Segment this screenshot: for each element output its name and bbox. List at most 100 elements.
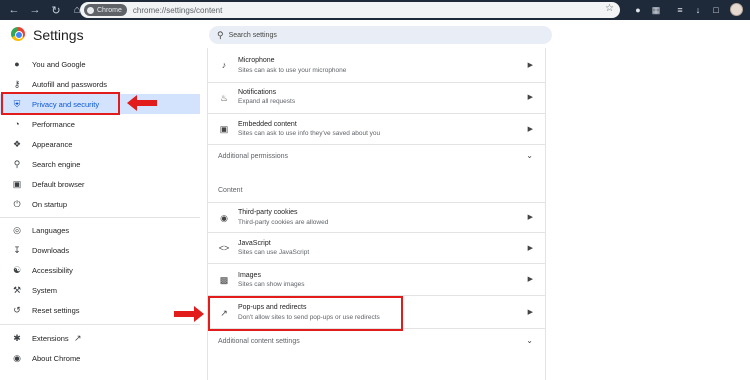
row-title: Notifications [238,89,277,96]
sidebar-item-extensions[interactable]: ✱ Extensions ↗ [0,328,200,348]
annotation-highlight-popups [208,296,403,331]
row-subtitle: Expand all requests [238,98,296,105]
browser-toolbar: ← → ↻ ⌂ Chrome chrome://settings/content… [0,0,750,20]
sidebar-item-system[interactable]: ⚒ System [0,280,200,300]
back-arrow-icon[interactable]: ← [7,3,21,17]
row-title: Microphone [238,57,275,64]
speedometer-icon: ◔ [14,119,20,129]
content-row-cookies[interactable]: ◉ Third-party cookies Third-party cookie… [208,202,545,233]
row-subtitle: Sites can show images [238,281,305,288]
sidebar-item-label: On startup [32,199,68,209]
microphone-icon: ♪ [221,60,227,70]
chevron-down-icon: ⌄ [526,336,533,345]
sidebar-item-accessibility[interactable]: ☯ Accessibility [0,260,200,280]
chevron-right-icon: ▶ [527,245,533,252]
forward-arrow-icon[interactable]: → [28,3,42,17]
sidebar-item-on-startup[interactable]: ⏻ On startup [0,194,200,214]
row-subtitle: Sites can ask to use your microphone [238,67,347,74]
search-icon: ⚲ [13,158,21,169]
download-icon[interactable]: ↓ [692,4,704,16]
palette-icon: ❖ [12,138,22,149]
external-link-icon: ↗ [74,332,82,343]
sidebar-item-label: Performance [32,119,75,129]
person-icon: ● [14,59,20,69]
search-icon: ⚲ [217,29,224,40]
permission-row-embedded[interactable]: ▣ Embedded content Sites can ask to use … [208,114,545,145]
sidebar-item-label: Autofill and passwords [32,79,108,89]
media-icon[interactable]: ≡ [674,4,686,16]
sidebar-item-downloads[interactable]: ↧ Downloads [0,240,200,260]
sidebar-item-you-and-google[interactable]: ● You and Google [0,54,200,74]
row-title: Images [238,272,261,279]
power-icon: ⏻ [13,198,21,209]
row-subtitle: Sites can ask to use info they've saved … [238,130,381,137]
permission-row-notifications[interactable]: ♨ Notifications Expand all requests ▶ [208,83,545,114]
sidebar-item-label: You and Google [32,59,86,69]
chevron-right-icon: ▶ [527,62,533,69]
sidebar-item-languages[interactable]: ◎ Languages [0,220,200,240]
sidebar-item-performance[interactable]: ◔ Performance [0,114,200,134]
chevron-down-icon: ⌄ [526,151,533,160]
image-icon: ▩ [219,274,229,285]
sidebar-item-autofill[interactable]: ⚷ Autofill and passwords [0,74,200,94]
search-placeholder: Search settings [228,31,277,39]
section-title: Content [218,187,243,194]
row-subtitle: Third-party cookies are allowed [238,219,329,226]
permission-row-microphone[interactable]: ♪ Microphone Sites can ask to use your m… [208,48,545,83]
chrome-logo-icon [11,27,25,41]
sidebar-item-label: Languages [32,225,70,235]
download-icon: ↧ [13,244,21,255]
sidebar-item-label: Appearance [32,139,73,149]
annotation-arrow-left-icon [127,95,157,111]
chevron-right-icon: ▶ [527,214,533,221]
annotation-arrow-right-icon [174,306,204,322]
sidebar-item-reset[interactable]: ↺ Reset settings [0,300,200,320]
content-row-images[interactable]: ▩ Images Sites can show images ▶ [208,264,545,296]
row-title: JavaScript [238,240,271,247]
chevron-right-icon: ▶ [527,276,533,283]
content-row-javascript[interactable]: <> JavaScript Sites can use JavaScript ▶ [208,233,545,264]
chevron-right-icon: ▶ [527,309,533,316]
chrome-icon [87,6,94,14]
avatar[interactable] [730,3,743,16]
wrench-icon: ⚒ [12,284,22,295]
accessibility-icon: ☯ [12,264,22,275]
puzzle-icon[interactable]: ▦ [650,4,662,16]
sidebar-item-label: Downloads [32,245,70,255]
sidebar-divider [0,324,200,325]
additional-permissions-expander[interactable]: Additional permissions ⌄ [208,145,545,171]
sidebar-divider [0,217,200,218]
expander-label: Additional content settings [218,338,300,345]
sidebar-item-label: System [32,285,58,295]
extension-shield-icon[interactable]: ● [632,4,644,16]
row-subtitle: Sites can use JavaScript [238,249,310,256]
sidebar-item-default-browser[interactable]: ▣ Default browser [0,174,200,194]
globe-icon: ◎ [13,224,21,235]
sidepanel-icon[interactable]: □ [710,4,722,16]
embedded-icon: ▣ [219,123,229,134]
chrome-icon: ◉ [13,352,21,363]
sidebar-item-about[interactable]: ◉ About Chrome [0,348,200,368]
sidebar-item-label: Default browser [32,179,85,189]
puzzle-icon: ✱ [13,332,21,343]
bell-icon: ♨ [219,92,229,103]
site-chip-label: Chrome [97,6,122,14]
browser-icon: ▣ [12,178,22,189]
site-chip[interactable]: Chrome [84,4,127,16]
bookmark-star-icon[interactable]: ☆ [605,3,614,14]
reload-icon[interactable]: ↻ [49,3,63,17]
address-bar[interactable]: Chrome chrome://settings/content ☆ [80,2,620,18]
url-text: chrome://settings/content [132,5,223,15]
search-input[interactable]: ⚲ Search settings [209,26,552,44]
code-icon: <> [218,243,230,253]
cookie-icon: ◉ [220,212,228,223]
key-icon: ⚷ [13,78,21,89]
row-title: Third-party cookies [238,209,298,216]
sidebar-item-label: Accessibility [32,265,73,275]
additional-content-expander[interactable]: Additional content settings ⌄ [208,329,545,355]
expander-label: Additional permissions [218,153,289,160]
reset-icon: ↺ [13,304,21,315]
sidebar-item-label: About Chrome [32,353,81,363]
sidebar-item-search-engine[interactable]: ⚲ Search engine [0,154,200,174]
sidebar-item-appearance[interactable]: ❖ Appearance [0,134,200,154]
